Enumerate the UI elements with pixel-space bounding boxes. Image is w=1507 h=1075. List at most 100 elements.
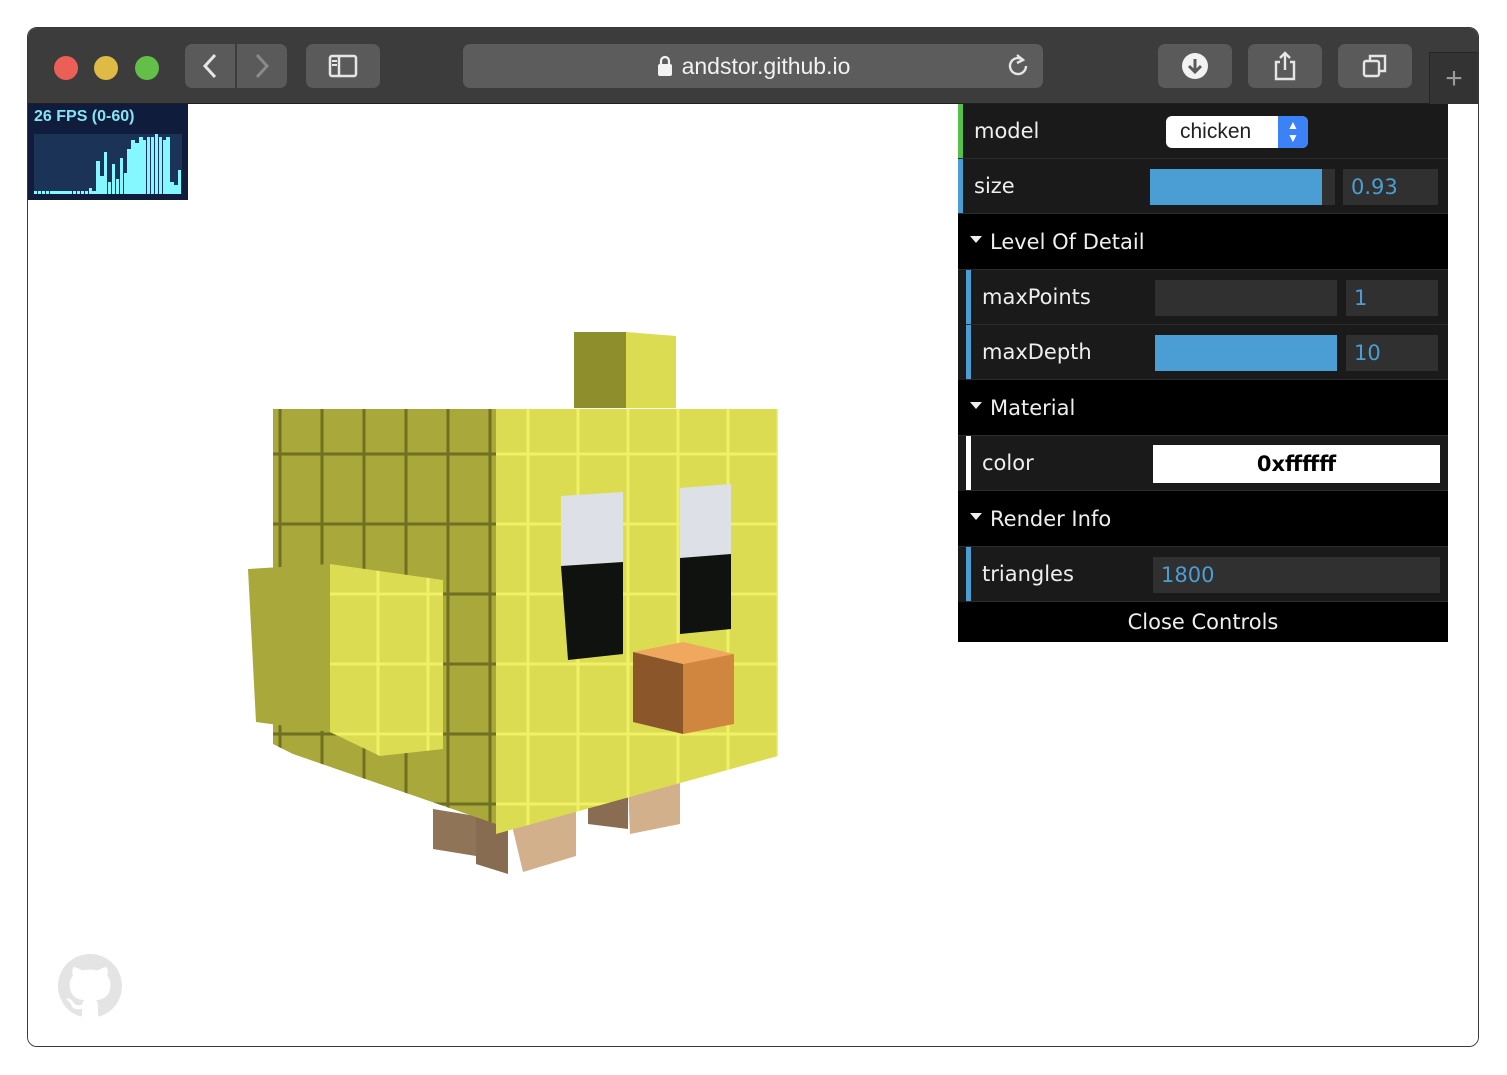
fps-graph-bar <box>96 161 100 194</box>
fps-graph-bar <box>139 137 143 194</box>
max-points-slider[interactable] <box>1155 280 1337 316</box>
triangles-stripe <box>966 547 971 601</box>
fps-graph-bar <box>170 182 174 194</box>
lock-icon <box>657 55 672 76</box>
fps-graph-bar <box>146 137 151 194</box>
chicken-eye-left-white <box>561 492 623 566</box>
close-controls-button[interactable]: Close Controls <box>958 602 1448 642</box>
fps-stats-panel[interactable]: 26 FPS (0-60) <box>28 104 188 200</box>
max-points-input[interactable]: 1 <box>1346 280 1438 316</box>
color-control: color 0xffffff <box>966 436 1448 491</box>
triangles-label: triangles <box>982 562 1074 586</box>
chicken-beak-front <box>683 654 734 734</box>
max-depth-input[interactable]: 10 <box>1346 335 1438 371</box>
size-slider[interactable] <box>1150 169 1335 205</box>
fps-graph-bar <box>57 191 61 194</box>
triangle-down-icon <box>970 402 982 409</box>
fps-graph-bar <box>154 134 159 194</box>
chevron-left-icon <box>202 53 217 79</box>
size-control: size 0.93 <box>958 159 1448 214</box>
max-points-label: maxPoints <box>982 285 1091 309</box>
zoom-window-button[interactable] <box>135 56 159 80</box>
close-window-button[interactable] <box>54 56 78 80</box>
chicken-body-front-grid <box>496 409 778 834</box>
triangles-value[interactable]: 1800 <box>1153 557 1440 593</box>
address-bar[interactable]: andstor.github.io <box>463 44 1043 88</box>
share-icon <box>1274 51 1296 81</box>
chicken-eye-right-pupil <box>680 554 731 634</box>
max-depth-stripe <box>966 325 971 379</box>
tab-overview-button[interactable] <box>1338 44 1412 88</box>
size-slider-fill <box>1150 169 1323 205</box>
fps-graph-bar <box>131 140 135 194</box>
model-label: model <box>974 119 1040 143</box>
color-stripe <box>966 436 971 490</box>
chicken-beak-side <box>633 652 683 734</box>
size-stripe <box>958 159 963 213</box>
folder-material[interactable]: Material <box>958 380 1448 436</box>
triangles-control: triangles 1800 <box>966 547 1448 602</box>
triangle-down-icon <box>970 513 982 520</box>
fps-graph-bar <box>80 191 85 194</box>
fps-graph-bar <box>37 191 42 194</box>
new-tab-button[interactable]: + <box>1429 52 1478 105</box>
max-depth-label: maxDepth <box>982 340 1092 364</box>
github-icon[interactable] <box>58 954 122 1018</box>
chevron-right-icon <box>255 53 270 79</box>
fps-graph-bar <box>166 137 170 194</box>
chicken-eye-left-pupil <box>561 562 623 660</box>
fps-graph-bar <box>104 152 108 194</box>
reload-icon[interactable] <box>1005 53 1031 79</box>
minimize-window-button[interactable] <box>94 56 118 80</box>
color-input[interactable]: 0xffffff <box>1153 445 1440 483</box>
url-text: andstor.github.io <box>681 52 851 79</box>
fps-graph-bar <box>88 188 92 194</box>
max-points-stripe <box>966 270 971 324</box>
fps-graph-bar <box>34 191 38 194</box>
fps-graph <box>34 134 182 194</box>
sidebar-toggle-button[interactable] <box>306 44 380 88</box>
fps-graph-bar <box>100 176 104 194</box>
chicken-wing-grid <box>330 564 443 756</box>
page-content: 26 FPS (0-60) model chicken ▲ ▼ size 0.93 <box>28 104 1478 1046</box>
downloads-button[interactable] <box>1158 44 1232 88</box>
size-input[interactable]: 0.93 <box>1343 169 1438 205</box>
fps-graph-bar <box>45 191 50 194</box>
fps-graph-bar <box>150 137 155 194</box>
max-depth-slider[interactable] <box>1155 335 1337 371</box>
fps-graph-bar <box>119 158 124 194</box>
chicken-comb-side <box>574 332 626 408</box>
fps-graph-bar <box>92 191 96 194</box>
back-button[interactable] <box>185 44 235 88</box>
sidebar-icon <box>328 54 358 78</box>
folder-title: Level Of Detail <box>990 230 1145 254</box>
fps-graph-bar <box>111 164 116 194</box>
chicken-foot-left <box>433 809 476 856</box>
fps-graph-bar <box>72 191 77 194</box>
fps-graph-bar <box>127 149 131 194</box>
model-control: model chicken ▲ ▼ <box>958 104 1448 159</box>
fps-graph-bar <box>41 191 46 194</box>
fps-graph-bar <box>84 191 89 194</box>
max-depth-control: maxDepth 10 <box>966 325 1448 380</box>
fps-graph-bar <box>76 191 81 194</box>
color-label: color <box>982 451 1034 475</box>
folder-title: Material <box>990 396 1076 420</box>
model-select[interactable]: chicken ▲ ▼ <box>1166 116 1308 148</box>
title-bar: andstor.github.io + <box>28 28 1478 105</box>
forward-button[interactable] <box>237 44 287 88</box>
fps-graph-bar <box>178 170 182 194</box>
folder-render-info[interactable]: Render Info <box>958 491 1448 547</box>
fps-graph-bar <box>53 191 57 194</box>
size-label: size <box>974 174 1015 198</box>
folder-level-of-detail[interactable]: Level Of Detail <box>958 214 1448 270</box>
share-button[interactable] <box>1248 44 1322 88</box>
folder-title: Render Info <box>990 507 1112 531</box>
plus-icon: + <box>1445 62 1463 95</box>
fps-graph-bar <box>69 191 73 194</box>
fps-graph-bar <box>65 191 69 194</box>
fps-label: 26 FPS (0-60) <box>34 108 135 125</box>
triangle-down-icon <box>970 236 982 243</box>
fps-graph-bar <box>158 137 163 194</box>
fps-graph-bar <box>115 179 120 194</box>
